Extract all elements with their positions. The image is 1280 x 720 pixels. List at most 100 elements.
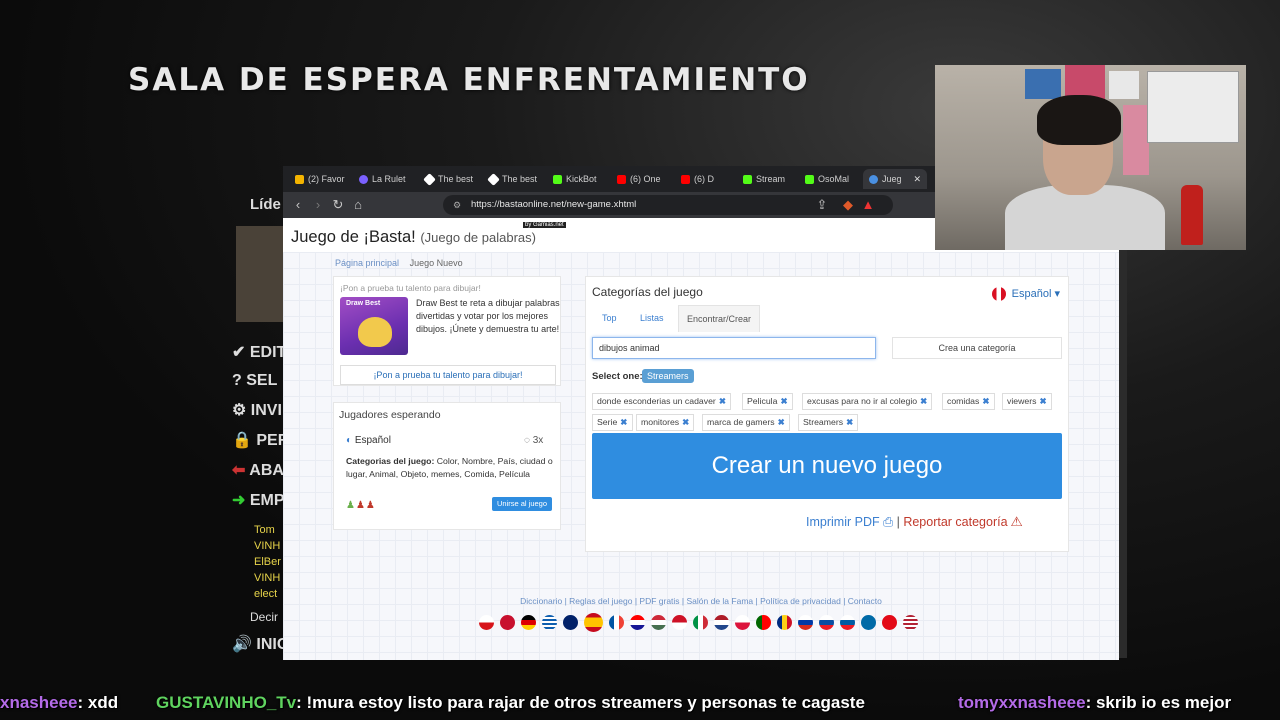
turkey-flag-icon[interactable] xyxy=(882,615,897,630)
portugal-flag-icon[interactable] xyxy=(756,615,771,630)
promo-heading: ¡Pon a prueba tu talento para dibujar! xyxy=(340,283,481,293)
germany-flag-icon[interactable] xyxy=(521,615,536,630)
footer-link[interactable]: Diccionario xyxy=(520,596,562,606)
hungary-flag-icon[interactable] xyxy=(651,615,666,630)
browser-tab[interactable]: OsoMal xyxy=(805,171,849,187)
share-icon[interactable]: ⇪ xyxy=(813,196,831,214)
language-selector[interactable]: Español ▾ xyxy=(991,287,1060,302)
rewards-icon[interactable]: ▲ xyxy=(859,196,877,214)
russia-flag-icon[interactable] xyxy=(798,615,813,630)
site-info-icon[interactable]: ⚙ xyxy=(453,195,461,215)
category-search-input[interactable]: dibujos animad xyxy=(592,337,876,359)
print-pdf-link[interactable]: Imprimir PDF ⎙ xyxy=(806,515,893,529)
tab-top[interactable]: Top xyxy=(602,305,617,331)
category-chip: Pelicula ✖ xyxy=(742,393,793,410)
breadcrumb-home-link[interactable]: Página principal xyxy=(335,258,399,268)
footer-link[interactable]: Salón de la Fama xyxy=(687,596,754,606)
category-chip: comidas ✖ xyxy=(942,393,995,410)
background-name: elect xyxy=(254,588,278,600)
gamias-logo: by Gamias.net xyxy=(523,222,566,228)
slovenia-flag-icon[interactable] xyxy=(840,615,855,630)
forward-icon[interactable]: › xyxy=(309,196,327,214)
wall-poster xyxy=(1065,65,1105,99)
site-title[interactable]: Juego de ¡Basta! (Juego de palabras) xyxy=(291,228,536,247)
background-menu-item: ➜ EMP xyxy=(232,492,285,509)
background-name: VINH xyxy=(254,540,281,552)
browser-tab[interactable]: (6) D xyxy=(681,171,714,187)
background-menu-item: ? SEL xyxy=(232,372,278,389)
browser-tab[interactable]: The best xyxy=(487,171,537,187)
browser-tab[interactable]: KickBot xyxy=(553,171,597,187)
join-game-button[interactable]: Unirse al juego xyxy=(492,497,552,511)
print-icon: ⎙ xyxy=(883,515,894,529)
background-name: ElBer xyxy=(254,556,281,568)
greece-flag-icon[interactable] xyxy=(542,615,557,630)
poland-flag-icon[interactable] xyxy=(735,615,750,630)
remove-icon[interactable]: ✖ xyxy=(920,396,927,406)
czech-flag-icon[interactable] xyxy=(479,615,494,630)
remove-icon[interactable]: ✖ xyxy=(620,417,627,427)
footer-link[interactable]: Contacto xyxy=(848,596,882,606)
promo-card: ¡Pon a prueba tu talento para dibujar! D… xyxy=(333,276,561,386)
caret-down-icon: ▾ xyxy=(1054,288,1060,300)
draw-best-image[interactable]: Draw Best xyxy=(340,297,408,355)
close-tab-icon[interactable]: ✕ xyxy=(914,174,922,185)
uk-flag-icon[interactable] xyxy=(563,615,578,630)
draw-best-logo-text: Draw Best xyxy=(346,300,381,307)
remove-icon[interactable]: ✖ xyxy=(778,417,785,427)
spain-flag-icon[interactable] xyxy=(584,613,603,632)
remove-icon[interactable]: ✖ xyxy=(846,417,853,427)
footer-link[interactable]: Reglas del juego xyxy=(569,596,632,606)
romania-flag-icon[interactable] xyxy=(777,615,792,630)
background-menu-item: Decir xyxy=(250,610,279,624)
footer-link[interactable]: PDF gratis xyxy=(639,596,679,606)
remove-icon[interactable]: ✖ xyxy=(719,396,726,406)
remove-icon[interactable]: ✖ xyxy=(780,396,787,406)
browser-tab[interactable]: The best xyxy=(423,171,473,187)
browser-tab[interactable]: La Rulet xyxy=(359,171,406,187)
remove-icon[interactable]: ✖ xyxy=(682,417,689,427)
denmark-flag-icon[interactable] xyxy=(500,615,515,630)
create-category-button[interactable]: Crea una categoría xyxy=(892,337,1062,359)
reload-icon[interactable]: ↻ xyxy=(329,196,347,214)
background-menu-item: 🔊 INIC xyxy=(232,636,289,653)
sweden-flag-icon[interactable] xyxy=(861,615,876,630)
site-title-main: Juego de ¡Basta! xyxy=(291,228,416,246)
stream-title: SALA DE ESPERA ENFRENTAMIENTO xyxy=(128,62,810,98)
usa-flag-icon[interactable] xyxy=(903,615,918,630)
webcam-overlay xyxy=(935,65,1246,250)
background-menu-item: ⬅ ABA xyxy=(232,462,284,479)
report-category-link[interactable]: Reportar categoría ⚠ xyxy=(903,515,1022,529)
create-game-button[interactable]: Crear un nuevo juego xyxy=(592,433,1062,499)
favicon-icon xyxy=(487,172,500,186)
promo-button[interactable]: ¡Pon a prueba tu talento para dibujar! xyxy=(340,365,556,385)
browser-tab[interactable]: (2) Favor xyxy=(295,171,345,187)
brave-shield-icon[interactable]: ◆ xyxy=(839,196,857,214)
breadcrumb: Página principal Juego Nuevo xyxy=(335,258,463,268)
home-icon[interactable]: ⌂ xyxy=(349,196,367,214)
netherlands-flag-icon[interactable] xyxy=(714,615,729,630)
france-flag-icon[interactable] xyxy=(609,615,624,630)
indonesia-flag-icon[interactable] xyxy=(672,615,687,630)
tab-listas[interactable]: Listas xyxy=(640,305,664,331)
slovakia-flag-icon[interactable] xyxy=(819,615,834,630)
waiting-players-card: Jugadores esperando ◐ Español ◌ 3x Categ… xyxy=(333,402,561,530)
remove-icon[interactable]: ✖ xyxy=(982,396,989,406)
browser-tab[interactable]: Stream xyxy=(743,171,785,187)
browser-tab[interactable]: (6) One xyxy=(617,171,661,187)
kick-icon xyxy=(805,174,814,184)
croatia-flag-icon[interactable] xyxy=(630,615,645,630)
background-menu-item: ✔ EDIT xyxy=(232,344,287,361)
category-chip: marca de gamers ✖ xyxy=(702,414,790,431)
select-one-label: Select one: xyxy=(592,371,643,382)
footer-link[interactable]: Política de privacidad xyxy=(760,596,841,606)
categories-card: Categorías del juego Español ▾ Top Lista… xyxy=(585,276,1069,552)
browser-tab-active[interactable]: Jueg ✕ xyxy=(863,169,928,189)
page-scrollbar[interactable] xyxy=(1119,218,1127,658)
back-icon[interactable]: ‹ xyxy=(289,196,307,214)
tab-encontrar-crear[interactable]: Encontrar/Crear xyxy=(678,305,761,332)
remove-icon[interactable]: ✖ xyxy=(1039,396,1046,406)
italy-flag-icon[interactable] xyxy=(693,615,708,630)
suggestion-badge[interactable]: Streamers xyxy=(642,369,694,383)
whiteboard xyxy=(1147,71,1239,143)
